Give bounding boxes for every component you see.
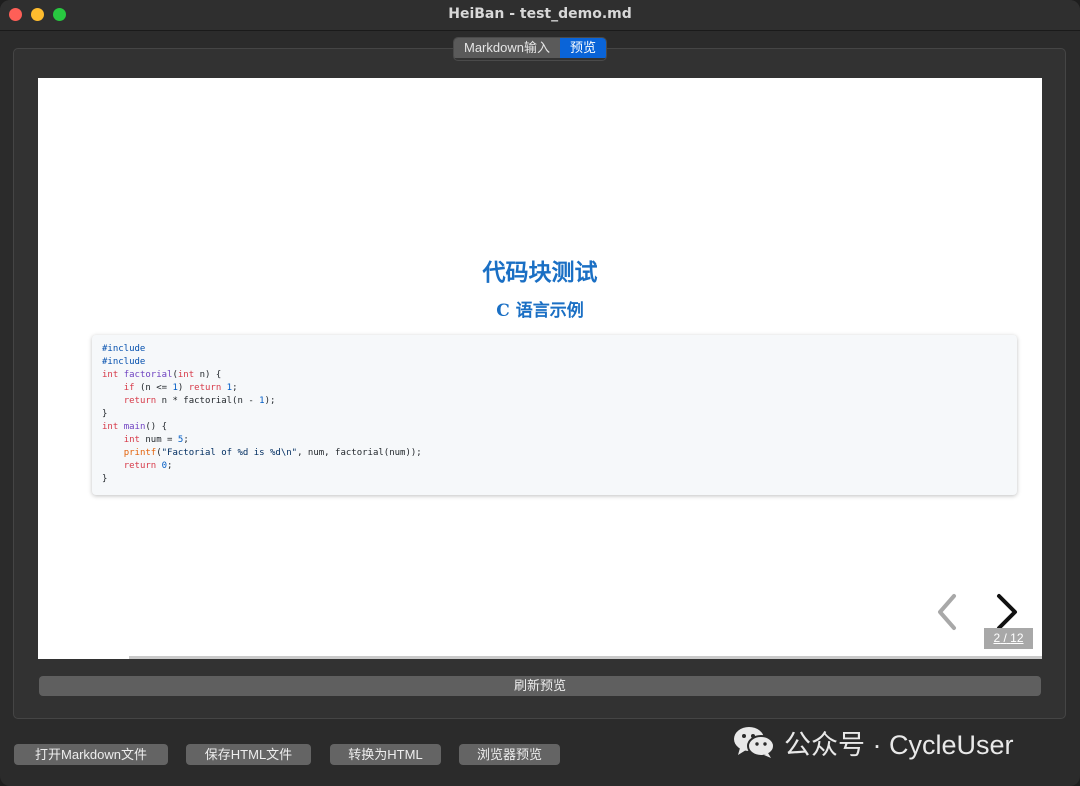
code-token: , num, factorial(num)); [297, 448, 422, 458]
title-bar: HeiBan - test_demo.md [0, 0, 1080, 31]
open-markdown-button[interactable]: 打开Markdown文件 [14, 744, 168, 765]
code-token: ) [177, 383, 189, 393]
code-token: ); [264, 396, 276, 406]
code-token: factorial [123, 370, 173, 380]
watermark-text: 公众号 · CycleUser [784, 729, 1014, 760]
wechat-icon [734, 727, 775, 758]
code-token: main [123, 422, 146, 432]
code-token: return [123, 396, 157, 406]
code-token: n * factorial(n - [156, 396, 260, 406]
slide-title: 代码块测试 [482, 259, 598, 286]
code-line: int num = 5; [102, 434, 1007, 447]
code-token: ; [183, 435, 189, 445]
code-token: if [123, 383, 135, 393]
chevron-right-icon[interactable] [993, 592, 1023, 632]
code-token: return [123, 461, 157, 471]
slide-subtitle: C 语言示例 [496, 301, 584, 321]
code-line: return 0; [102, 460, 1007, 473]
watermark: 公众号 · CycleUser [732, 722, 1014, 762]
code-line: int factorial(int n) { [102, 369, 1007, 382]
refresh-preview-button[interactable]: 刷新预览 [39, 676, 1041, 696]
code-token: (n <= [134, 383, 173, 393]
preview-pane: 代码块测试 C 语言示例 #include #include int facto… [38, 78, 1042, 659]
code-token: #include [102, 357, 146, 367]
code-token: int [123, 435, 140, 445]
code-token: ; [167, 461, 173, 471]
code-token: return [188, 383, 222, 393]
code-line: int main() { [102, 421, 1007, 434]
code-line: #include [102, 356, 1007, 369]
code-line: } [102, 408, 1007, 421]
browser-preview-button[interactable]: 浏览器预览 [459, 744, 560, 765]
code-line: } [102, 473, 1007, 486]
convert-html-button[interactable]: 转换为HTML [330, 744, 441, 765]
code-token: #include [102, 344, 146, 354]
code-line: #include [102, 343, 1007, 356]
code-line: return n * factorial(n - 1); [102, 395, 1007, 408]
chevron-left-icon[interactable] [932, 592, 962, 632]
code-token: } [102, 474, 108, 484]
page-current: 2 [993, 631, 1001, 645]
code-token: "Factorial of %d is %d\n" [161, 448, 298, 458]
code-token: n) { [194, 370, 222, 380]
app-window: HeiBan - test_demo.md Markdown输入 预览 代码块测… [0, 0, 1080, 786]
save-html-button[interactable]: 保存HTML文件 [186, 744, 311, 765]
code-token: () { [145, 422, 168, 432]
code-block: #include #include int factorial(int n) {… [92, 335, 1017, 495]
code-line: printf("Factorial of %d is %d\n", num, f… [102, 447, 1007, 460]
tab-preview[interactable]: 预览 [559, 38, 606, 58]
code-token: printf [123, 448, 157, 458]
code-token: } [102, 409, 108, 419]
code-token: int [102, 422, 119, 432]
horizontal-scrollbar[interactable] [129, 656, 1042, 659]
code-token: int [102, 370, 119, 380]
code-line: if (n <= 1) return 1; [102, 382, 1007, 395]
page-separator: / [1003, 631, 1007, 645]
page-indicator: 2 / 12 [984, 628, 1033, 649]
code-token: ; [232, 383, 238, 393]
window-title: HeiBan - test_demo.md [448, 6, 632, 22]
code-token: int [177, 370, 195, 380]
code-token: num = [139, 435, 178, 445]
tab-bar: Markdown输入 预览 [453, 37, 607, 61]
page-total: 12 [1010, 631, 1024, 645]
tab-markdown-input[interactable]: Markdown输入 [454, 38, 560, 58]
